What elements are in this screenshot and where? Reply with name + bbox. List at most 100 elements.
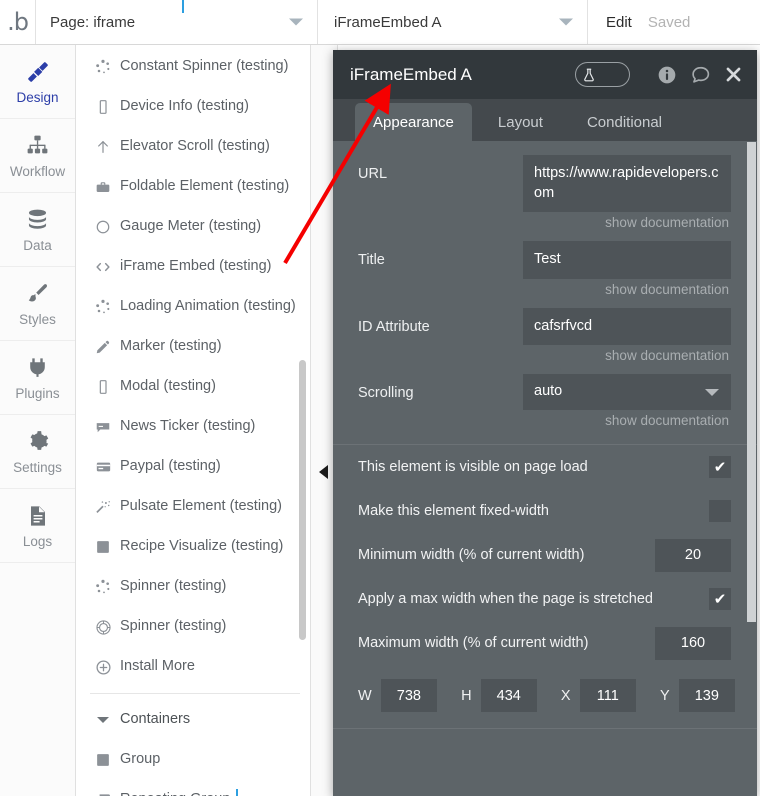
geometry-input-x[interactable]: 111 (579, 679, 636, 713)
checkbox[interactable]: ✔ (709, 588, 731, 611)
edit-mode-button[interactable]: Edit (606, 14, 632, 31)
rail-item-plugins[interactable]: Plugins (0, 341, 75, 415)
field-input-title[interactable]: Test (523, 241, 731, 279)
palette-item-label: News Ticker (testing) (120, 418, 256, 435)
palette-item-elevator-scroll-testing[interactable]: Elevator Scroll (testing) (76, 127, 310, 167)
spinner-ring-icon (90, 619, 116, 636)
number-input[interactable]: 160 (655, 626, 731, 660)
bubble-logo[interactable]: .b (0, 0, 36, 44)
geometry-input-w[interactable]: 738 (380, 679, 438, 713)
palette-item-news-ticker-testing[interactable]: News Ticker (testing) (76, 407, 310, 447)
arrow-up-icon (90, 139, 116, 155)
palette-item-modal-testing[interactable]: Modal (testing) (76, 367, 310, 407)
show-documentation-link[interactable]: show documentation (523, 410, 731, 437)
field-input-url[interactable]: https://www.rapidevelopers.com (523, 155, 731, 213)
info-icon[interactable] (657, 65, 677, 85)
briefcase-icon (90, 179, 116, 195)
number-input[interactable]: 20 (655, 538, 731, 572)
property-editor-header: iFrameEmbed A (333, 50, 757, 99)
comment-icon[interactable] (690, 64, 711, 85)
tab-layout[interactable]: Layout (480, 103, 561, 141)
palette-item-group[interactable]: Group (76, 740, 310, 780)
spinner-dots-icon (90, 59, 116, 75)
palette-item-spinner-testing[interactable]: Spinner (testing) (76, 607, 310, 647)
chevron-down-icon (289, 18, 303, 26)
collapse-panel-arrow-icon[interactable] (319, 465, 328, 479)
palette-item-label: Recipe Visualize (testing) (120, 538, 284, 555)
geometry-input-h[interactable]: 434 (480, 679, 537, 713)
palette-divider (90, 693, 300, 694)
pencil-icon (90, 339, 116, 355)
palette-item-label: Pulsate Element (testing) (120, 498, 282, 515)
palette-item-pulsate-element-testing[interactable]: Pulsate Element (testing) (76, 487, 310, 527)
rail-item-settings[interactable]: Settings (0, 415, 75, 489)
data-icon (25, 207, 50, 233)
checkbox[interactable] (709, 500, 731, 523)
field-input-id-attribute[interactable]: cafsrfvcd (523, 307, 731, 346)
palette-item-paypal-testing[interactable]: Paypal (testing) (76, 447, 310, 487)
palette-item-device-info-testing[interactable]: Device Info (testing) (76, 87, 310, 127)
palette-group-containers[interactable]: Containers (76, 700, 310, 740)
design-icon (25, 59, 51, 85)
tab-conditional[interactable]: Conditional (569, 103, 680, 141)
sparkle-icon (90, 499, 116, 515)
rail-item-label: Plugins (15, 385, 60, 401)
palette-item-spinner-testing[interactable]: Spinner (testing) (76, 567, 310, 607)
field-input-scrolling[interactable]: auto (523, 374, 731, 411)
palette-item-repeating-group[interactable]: Repeating Group (76, 780, 310, 796)
palette-item-loading-animation-testing[interactable]: Loading Animation (testing) (76, 287, 310, 327)
field-row-scrolling: Scrolling auto show documentation (333, 374, 757, 437)
palette-item-label: Foldable Element (testing) (120, 178, 290, 195)
close-icon[interactable] (724, 65, 743, 84)
show-documentation-link[interactable]: show documentation (523, 212, 731, 239)
rail-item-logs[interactable]: Logs (0, 489, 75, 563)
palette-item-recipe-visualize-testing[interactable]: Recipe Visualize (testing) (76, 527, 310, 567)
option-label: This element is visible on page load (358, 459, 588, 476)
left-nav-rail: Design Workflow Data Styles Plugins Settings L… (0, 45, 76, 796)
palette-item-gauge-meter-testing[interactable]: Gauge Meter (testing) (76, 207, 310, 247)
plus-circle-icon (90, 659, 116, 676)
checkbox[interactable]: ✔ (709, 456, 731, 479)
rail-item-data[interactable]: Data (0, 193, 75, 267)
rail-item-styles[interactable]: Styles (0, 267, 75, 341)
palette-item-label: Elevator Scroll (testing) (120, 138, 270, 155)
palette-item-iframe-embed-testing[interactable]: iFrame Embed (testing) (76, 247, 310, 287)
palette-item-label: Paypal (testing) (120, 458, 221, 475)
code-brackets-icon (90, 259, 116, 275)
palette-item-label: Modal (testing) (120, 378, 216, 395)
rail-item-label: Workflow (9, 163, 66, 179)
flask-toggle[interactable] (575, 62, 630, 87)
show-documentation-link[interactable]: show documentation (523, 279, 731, 306)
palette-item-constant-spinner-testing[interactable]: Constant Spinner (testing) (76, 47, 310, 87)
spinner-dots-icon (90, 299, 116, 315)
palette-item-label: Device Info (testing) (120, 98, 249, 115)
bottom-divider (333, 728, 757, 730)
spinner-dots-icon (90, 579, 116, 595)
palette-item-foldable-element-testing[interactable]: Foldable Element (testing) (76, 167, 310, 207)
option-label: Minimum width (% of current width) (358, 547, 585, 564)
palette-item-marker-testing[interactable]: Marker (testing) (76, 327, 310, 367)
field-value: Test (534, 251, 561, 268)
workflow-icon (25, 133, 50, 159)
element-selector[interactable]: iFrameEmbed A (318, 0, 588, 44)
property-editor-scrollbar[interactable] (747, 142, 756, 622)
tab-appearance[interactable]: Appearance (355, 103, 472, 141)
field-row-url: URL https://www.rapidevelopers.com show do… (333, 155, 757, 239)
palette-item-install-more[interactable]: Install More (76, 647, 310, 687)
rail-item-workflow[interactable]: Workflow (0, 119, 75, 193)
bubble-logo-glyph: .b (7, 8, 29, 36)
palette-item-label: Marker (testing) (120, 338, 222, 355)
geometry-input-y[interactable]: 139 (678, 679, 736, 713)
palette-item-label: Repeating Group (116, 791, 230, 796)
logs-icon (26, 503, 50, 529)
rail-item-label: Design (16, 89, 59, 105)
field-row-id-attribute: ID Attribute cafsrfvcd show documentation (333, 307, 757, 373)
rail-item-design[interactable]: Design (0, 45, 75, 119)
check-icon: ✔ (713, 590, 727, 608)
option-label: Apply a max width when the page is stret… (358, 591, 653, 608)
chevron-down-icon (90, 717, 116, 723)
page-selector[interactable]: Page: iframe (36, 0, 318, 44)
palette-item-label: Install More (120, 658, 195, 675)
palette-scrollbar[interactable] (299, 360, 306, 640)
show-documentation-link[interactable]: show documentation (523, 345, 731, 372)
